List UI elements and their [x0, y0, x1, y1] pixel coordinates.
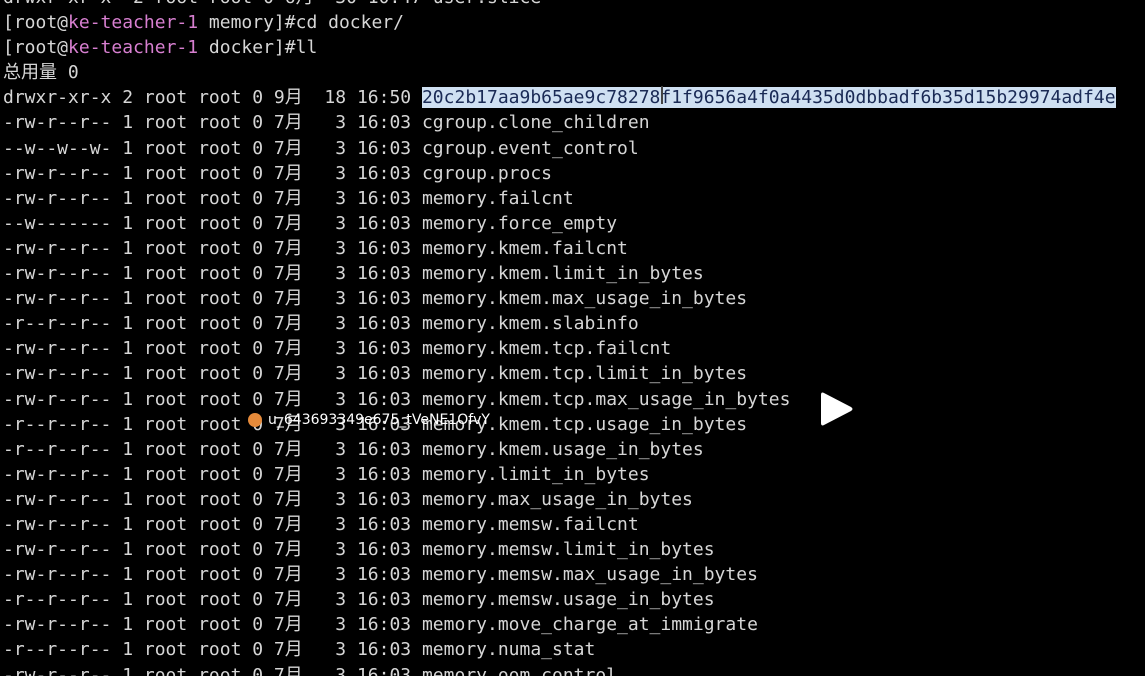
- watermark: u_643693349e675_tVeNE1OfvY: [248, 410, 490, 430]
- terminal-line: -rw-r--r-- 1 root root 0 7月 3 16:03 memo…: [3, 336, 1133, 361]
- line-text: -rw-r--r-- 1 root root 0 7月 3 16:03 memo…: [3, 288, 748, 310]
- terminal-line: -r--r--r-- 1 root root 0 7月 3 16:03 memo…: [3, 437, 1133, 462]
- terminal-line: -rw-r--r-- 1 root root 0 7月 3 16:03 cgro…: [3, 110, 1133, 135]
- line-text-after-host: docker]#ll: [198, 37, 318, 59]
- terminal-line: -rw-r--r-- 1 root root 0 7月 3 16:03 memo…: [3, 236, 1133, 261]
- play-icon: [821, 392, 853, 426]
- terminal-line: -r--r--r-- 1 root root 0 7月 3 16:03 memo…: [3, 637, 1133, 662]
- line-text: drwxr-xr-x 2 root root 0 6月 30 10:47 use…: [3, 0, 541, 8]
- terminal-line: [root@ke-teacher-1 memory]#cd docker/: [3, 10, 1133, 35]
- line-text: -rw-r--r-- 1 root root 0 7月 3 16:03 memo…: [3, 488, 693, 510]
- terminal-line: -rw-r--r-- 1 root root 0 7月 3 16:03 memo…: [3, 512, 1133, 537]
- line-text: -rw-r--r-- 1 root root 0 7月 3 16:03 memo…: [3, 388, 791, 410]
- line-text: -rw-r--r-- 1 root root 0 7月 3 16:03 memo…: [3, 187, 574, 209]
- terminal-line: --w--w--w- 1 root root 0 7月 3 16:03 cgro…: [3, 136, 1133, 161]
- line-text: -r--r--r-- 1 root root 0 7月 3 16:03 memo…: [3, 438, 704, 460]
- terminal-line: -rw-r--r-- 1 root root 0 7月 3 16:03 memo…: [3, 361, 1133, 386]
- terminal-line: -rw-r--r-- 1 root root 0 7月 3 16:03 cgro…: [3, 161, 1133, 186]
- line-text: 总用量 0: [3, 62, 79, 84]
- line-text: -rw-r--r-- 1 root root 0 7月 3 16:03 memo…: [3, 237, 628, 259]
- line-text: --w--w--w- 1 root root 0 7月 3 16:03 cgro…: [3, 137, 639, 159]
- line-text: -r--r--r-- 1 root root 0 7月 3 16:03 memo…: [3, 639, 596, 661]
- watermark-logo-icon: [248, 413, 262, 427]
- prompt-hostname: ke-teacher-1: [68, 37, 199, 59]
- terminal-line: drwxr-xr-x 2 root root 0 6月 30 10:47 use…: [3, 0, 1133, 10]
- line-text: [root@: [3, 12, 69, 34]
- text-cursor-icon: [661, 86, 663, 104]
- line-text: -rw-r--r-- 1 root root 0 7月 3 16:03 memo…: [3, 564, 758, 586]
- terminal-line: [root@ke-teacher-1 docker]#ll: [3, 35, 1133, 60]
- terminal-line: -rw-r--r-- 1 root root 0 7月 3 16:03 memo…: [3, 663, 1133, 676]
- line-text: -rw-r--r-- 1 root root 0 7月 3 16:03 memo…: [3, 513, 639, 535]
- terminal-output: drwxr-xr-x 2 root root 0 6月 30 10:47 use…: [3, 0, 1133, 676]
- line-text: -r--r--r-- 1 root root 0 7月 3 16:03 memo…: [3, 313, 639, 335]
- terminal-line: -r--r--r-- 1 root root 0 7月 3 16:03 memo…: [3, 412, 1133, 437]
- terminal-line: -rw-r--r-- 1 root root 0 7月 3 16:03 memo…: [3, 537, 1133, 562]
- terminal-line: -rw-r--r-- 1 root root 0 7月 3 16:03 memo…: [3, 562, 1133, 587]
- line-text: -rw-r--r-- 1 root root 0 7月 3 16:03 memo…: [3, 463, 650, 485]
- line-text: -rw-r--r-- 1 root root 0 7月 3 16:03 cgro…: [3, 162, 553, 184]
- terminal-line: -rw-r--r-- 1 root root 0 7月 3 16:03 memo…: [3, 487, 1133, 512]
- line-text: -rw-r--r-- 1 root root 0 7月 3 16:03 memo…: [3, 363, 748, 385]
- line-text: -rw-r--r-- 1 root root 0 7月 3 16:03 memo…: [3, 263, 704, 285]
- line-text: -r--r--r-- 1 root root 0 7月 3 16:03 memo…: [3, 589, 715, 611]
- terminal-line: 总用量 0: [3, 60, 1133, 85]
- line-text-after-host: memory]#cd docker/: [198, 12, 404, 34]
- line-text: -rw-r--r-- 1 root root 0 7月 3 16:03 memo…: [3, 614, 758, 636]
- terminal-line: -rw-r--r-- 1 root root 0 7月 3 16:03 memo…: [3, 387, 1133, 412]
- terminal-line: --w------- 1 root root 0 7月 3 16:03 memo…: [3, 211, 1133, 236]
- watermark-text: u_643693349e675_tVeNE1OfvY: [268, 412, 490, 428]
- line-text: drwxr-xr-x 2 root root 0 9月 18 16:50: [3, 87, 422, 109]
- line-text: -rw-r--r-- 1 root root 0 7月 3 16:03 memo…: [3, 539, 715, 561]
- line-text: [root@: [3, 37, 69, 59]
- play-button[interactable]: [818, 389, 856, 429]
- terminal-line: -r--r--r-- 1 root root 0 7月 3 16:03 memo…: [3, 311, 1133, 336]
- terminal-line: drwxr-xr-x 2 root root 0 9月 18 16:50 20c…: [3, 85, 1133, 110]
- terminal-line: -rw-r--r-- 1 root root 0 7月 3 16:03 memo…: [3, 462, 1133, 487]
- line-text: -rw-r--r-- 1 root root 0 7月 3 16:03 memo…: [3, 338, 672, 360]
- terminal-line: -rw-r--r-- 1 root root 0 7月 3 16:03 memo…: [3, 612, 1133, 637]
- terminal-window[interactable]: drwxr-xr-x 2 root root 0 6月 30 10:47 use…: [0, 0, 1145, 676]
- terminal-line: -rw-r--r-- 1 root root 0 7月 3 16:03 memo…: [3, 261, 1133, 286]
- terminal-line: -rw-r--r-- 1 root root 0 7月 3 16:03 memo…: [3, 186, 1133, 211]
- prompt-hostname: ke-teacher-1: [68, 12, 199, 34]
- line-text: -rw-r--r-- 1 root root 0 7月 3 16:03 cgro…: [3, 112, 650, 134]
- terminal-line: -rw-r--r-- 1 root root 0 7月 3 16:03 memo…: [3, 286, 1133, 311]
- line-text: --w------- 1 root root 0 7月 3 16:03 memo…: [3, 212, 618, 234]
- selected-text[interactable]: 20c2b17aa9b65ae9c78278f1f9656a4f0a4435d0…: [421, 87, 1116, 109]
- line-text: -rw-r--r-- 1 root root 0 7月 3 16:03 memo…: [3, 664, 618, 676]
- terminal-line: -r--r--r-- 1 root root 0 7月 3 16:03 memo…: [3, 587, 1133, 612]
